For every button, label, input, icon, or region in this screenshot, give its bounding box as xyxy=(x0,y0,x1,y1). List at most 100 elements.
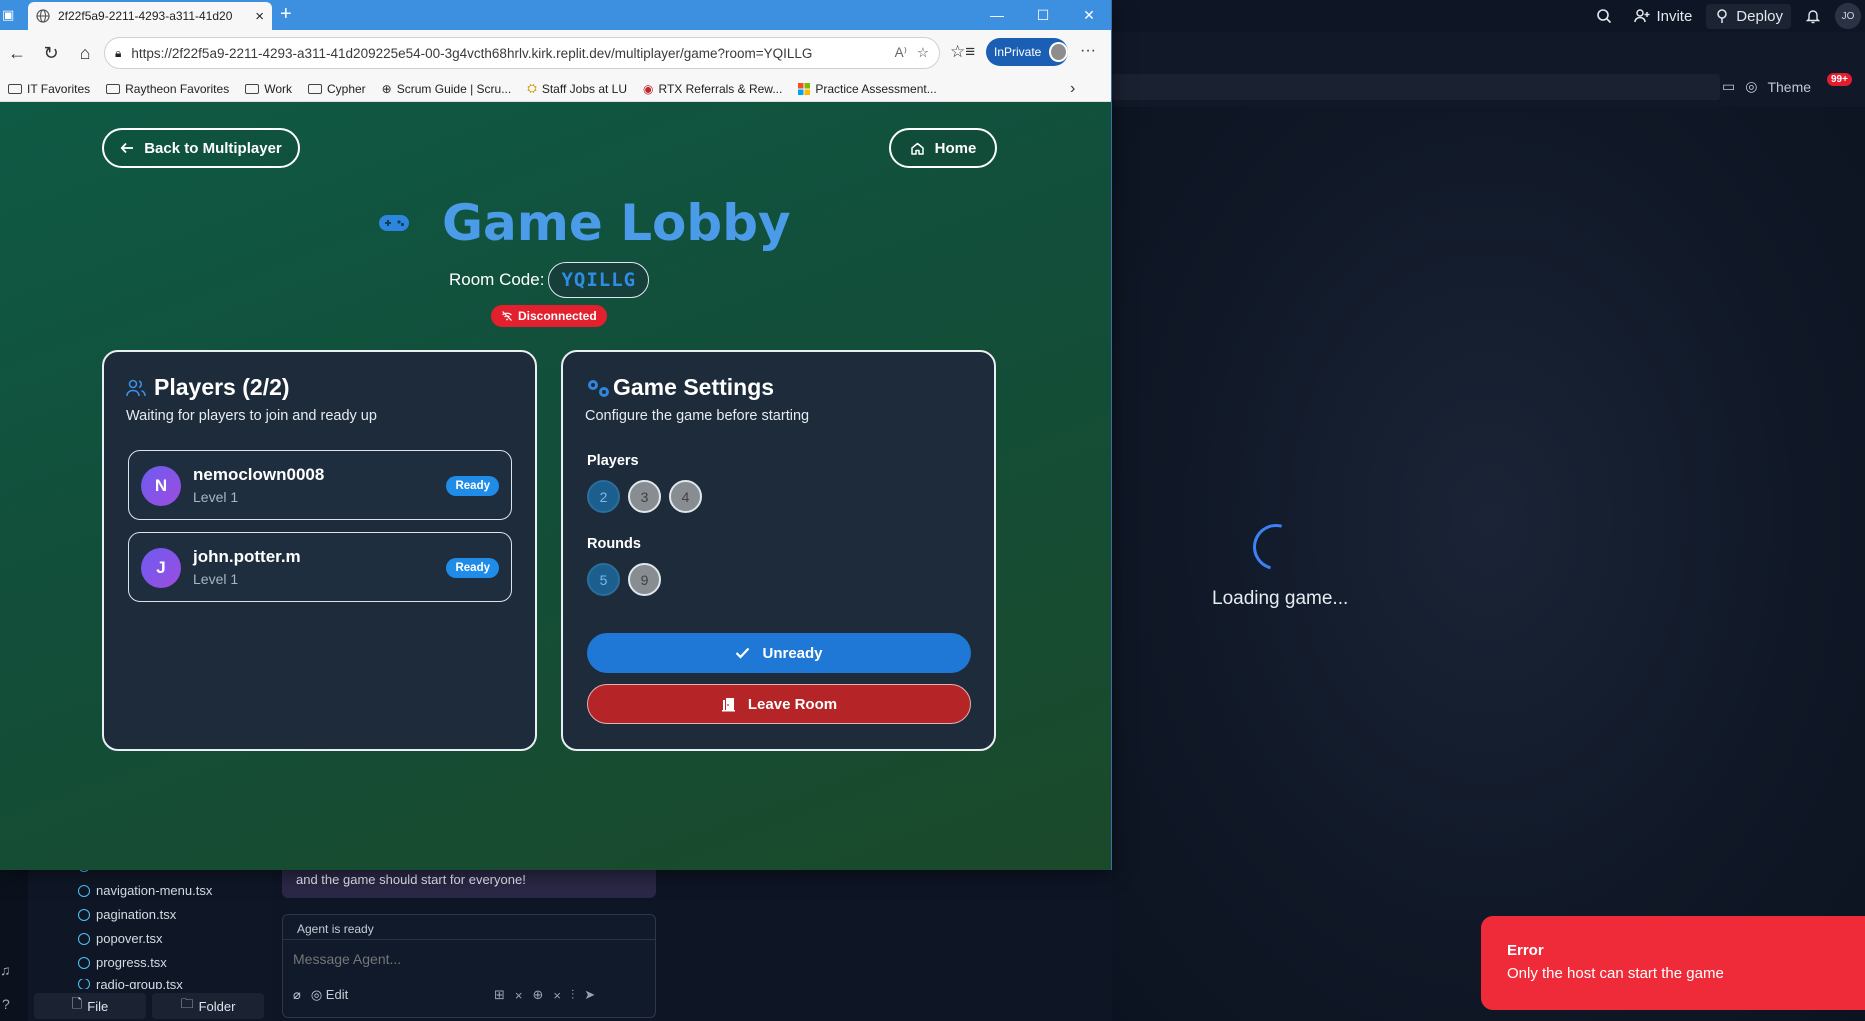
tab-active[interactable]: 2f22f5a9-2211-4293-a311-41d20 × xyxy=(28,2,272,30)
new-file-button[interactable]: 🗋 File xyxy=(34,993,146,1019)
file-item[interactable]: navigation-menu.tsx xyxy=(78,883,212,898)
search-button[interactable] xyxy=(1588,4,1620,28)
globe-icon[interactable]: ⊕ xyxy=(533,987,544,1003)
sliders-icon[interactable]: ⫶ xyxy=(571,987,574,1003)
avatar[interactable]: JO xyxy=(1835,3,1861,29)
folder-icon xyxy=(106,83,121,94)
browser-window: ▣ 2f22f5a9-2211-4293-a311-41d20 × + — ☐ … xyxy=(0,0,1112,870)
error-toast[interactable]: Error Only the host can start the game xyxy=(1481,916,1865,1010)
favorite-scrum-guide[interactable]: ⊕ Scrum Guide | Scru... xyxy=(374,82,520,96)
favorite-practice-assessment[interactable]: Practice Assessment... xyxy=(790,82,944,96)
chip-icon[interactable]: ⊞ xyxy=(494,987,505,1003)
invite-button[interactable]: Invite xyxy=(1626,4,1700,29)
lock-icon: 🔒︎ xyxy=(115,45,122,60)
favorite-rtx-referrals[interactable]: ◉ RTX Referrals & Rew... xyxy=(635,82,790,96)
rounds-option-9[interactable]: 9 xyxy=(628,563,661,596)
home-icon xyxy=(910,142,924,155)
favorite-it-favorites[interactable]: IT Favorites xyxy=(0,82,98,96)
close-icon[interactable]: × xyxy=(515,988,523,1003)
unready-button[interactable]: Unready xyxy=(587,633,971,673)
lobby-header: Game Lobby xyxy=(378,194,791,252)
inprivate-label: InPrivate xyxy=(994,45,1042,59)
toast-message: Only the host can start the game xyxy=(1507,965,1724,982)
invite-label: Invite xyxy=(1656,7,1693,25)
arrow-left-icon xyxy=(120,142,134,154)
file-item[interactable]: radio-group.tsx xyxy=(78,979,183,989)
attach-icon[interactable]: ⌀ xyxy=(293,987,301,1003)
rounds-setting-label: Rounds xyxy=(587,536,641,552)
favorite-work[interactable]: Work xyxy=(237,82,300,96)
file-item[interactable]: pagination.tsx xyxy=(78,907,176,922)
react-icon xyxy=(78,956,90,969)
users-icon xyxy=(126,379,146,396)
edit-mode-button[interactable]: ◎ Edit xyxy=(311,987,348,1003)
room-code-value[interactable]: YQILLG xyxy=(548,262,650,298)
agent-message-input[interactable] xyxy=(293,951,633,967)
back-button[interactable]: ← xyxy=(0,36,34,70)
globe-icon: ⊕ xyxy=(381,81,392,96)
read-aloud-icon[interactable]: A⁾ xyxy=(895,45,907,61)
close-icon[interactable]: × xyxy=(553,988,561,1003)
close-window-button[interactable]: ✕ xyxy=(1066,0,1111,30)
more-menu-icon[interactable]: ··· xyxy=(1080,42,1096,60)
gamepad-icon xyxy=(379,215,409,231)
send-icon[interactable]: ➤ xyxy=(584,987,595,1003)
globe-icon xyxy=(36,9,50,23)
site-icon: ◉ xyxy=(643,81,654,96)
folder-icon xyxy=(245,83,260,94)
bell-icon[interactable]: ♫ xyxy=(0,962,11,978)
settings-card-subtitle: Configure the game before starting xyxy=(585,408,810,424)
players-setting-label: Players xyxy=(587,453,639,469)
minimize-button[interactable]: — xyxy=(974,0,1020,30)
preview-pane xyxy=(1112,107,1865,1021)
address-bar[interactable]: 🔒︎ https://2f22f5a9-2211-4293-a311-41d20… xyxy=(104,37,940,69)
replit-topbar: Invite Deploy JO xyxy=(1112,0,1865,32)
inprivate-button[interactable]: InPrivate xyxy=(986,38,1068,66)
deploy-button[interactable]: Deploy xyxy=(1706,3,1791,29)
theme-label: Theme xyxy=(1767,78,1812,95)
notifications-button[interactable] xyxy=(1797,4,1829,28)
players-option-2[interactable]: 2 xyxy=(587,480,620,513)
preview-url-bar[interactable] xyxy=(1112,74,1720,100)
microsoft-icon xyxy=(798,82,811,95)
rounds-option-5[interactable]: 5 xyxy=(587,563,620,596)
room-code-row: Room Code: YQILLG xyxy=(449,262,650,298)
refresh-button[interactable]: ↻ xyxy=(34,36,68,70)
theme-toggle[interactable]: ▭ ◎ Theme xyxy=(1722,78,1811,95)
file-item[interactable]: progress.tsx xyxy=(78,955,167,970)
wifi-off-icon xyxy=(502,311,512,321)
tab-actions-icon[interactable]: ▣ xyxy=(2,7,14,23)
help-icon[interactable]: ? xyxy=(2,996,10,1012)
player-row: J john.potter.m Level 1 Ready xyxy=(128,532,512,602)
file-item[interactable]: popover.tsx xyxy=(78,931,163,946)
check-icon xyxy=(736,647,750,659)
new-folder-button[interactable]: 🗀 Folder xyxy=(152,993,264,1019)
game-lobby-page: Back to Multiplayer Home Game Lobby Room… xyxy=(0,102,1111,870)
favorites-icon[interactable]: ☆≡ xyxy=(950,42,975,62)
players-option-3[interactable]: 3 xyxy=(628,480,661,513)
maximize-button[interactable]: ☐ xyxy=(1020,0,1066,30)
settings-card-title: Game Settings xyxy=(585,374,774,401)
home-link-button[interactable]: Home xyxy=(889,128,997,168)
favorite-cypher[interactable]: Cypher xyxy=(300,82,374,96)
players-options: 2 3 4 xyxy=(587,480,702,513)
favorite-star-icon[interactable]: ☆ xyxy=(917,45,929,61)
chevron-right-icon[interactable]: › xyxy=(1070,80,1075,98)
connection-status-text: Disconnected xyxy=(518,309,597,323)
divider xyxy=(283,939,655,940)
deploy-icon xyxy=(1717,9,1728,23)
players-card-subtitle: Waiting for players to join and ready up xyxy=(126,408,377,424)
favorite-staff-jobs[interactable]: ⛭ Staff Jobs at LU xyxy=(519,81,635,96)
favorite-raytheon[interactable]: Raytheon Favorites xyxy=(98,82,237,96)
agent-tools-right: ⊞ × ⊕ × ⫶ ➤ xyxy=(494,987,595,1003)
site-icon: ⛭ xyxy=(527,81,537,95)
new-tab-button[interactable]: + xyxy=(280,3,292,26)
back-to-multiplayer-button[interactable]: Back to Multiplayer xyxy=(102,128,300,168)
react-icon xyxy=(78,979,90,989)
players-option-4[interactable]: 4 xyxy=(669,480,702,513)
home-button[interactable]: ⌂ xyxy=(68,36,102,70)
agent-tools-left: ⌀ ◎ Edit xyxy=(293,987,348,1003)
loading-text: Loading game... xyxy=(1212,588,1349,609)
close-tab-icon[interactable]: × xyxy=(255,8,264,25)
leave-room-button[interactable]: Leave Room xyxy=(587,684,971,724)
